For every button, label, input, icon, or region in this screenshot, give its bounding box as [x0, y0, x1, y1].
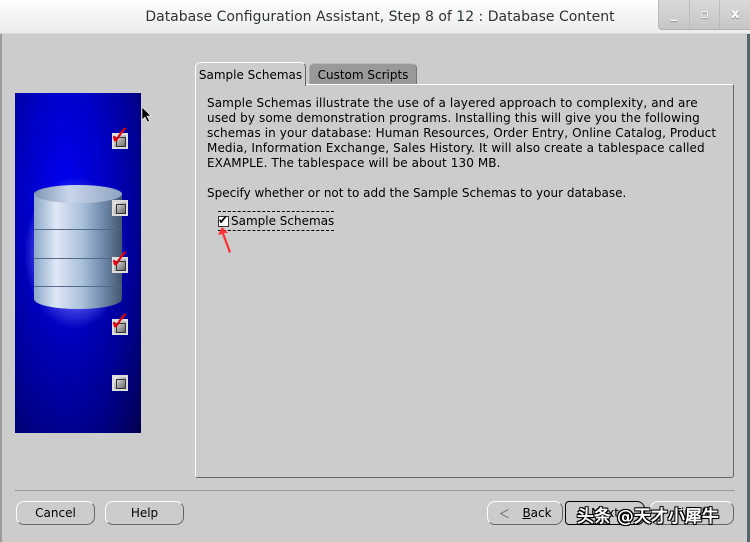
checkbox-box[interactable]: ✔ — [218, 212, 229, 227]
maximize-button[interactable]: ▫ — [690, 0, 721, 29]
title-bar[interactable]: Database Configuration Assistant, Step 8… — [0, 0, 750, 34]
window-left-border — [0, 34, 2, 542]
chevron-left-icon: ＜ — [498, 506, 511, 521]
tab-sample-schemas[interactable]: Sample Schemas — [195, 62, 306, 86]
sample-schemas-description: Sample Schemas illustrate the use of a l… — [207, 96, 717, 170]
mouse-pointer-icon — [142, 107, 152, 123]
cancel-button[interactable]: Cancel — [16, 501, 95, 525]
minimize-button[interactable]: _ — [659, 0, 690, 29]
red-checkmark-icon: ✓ — [109, 121, 131, 151]
watermark-overlay: 头条 @天才小犀牛 — [577, 507, 719, 527]
checkbox-label: Sample Schemas — [231, 214, 335, 228]
red-checkmark-icon: ✓ — [109, 307, 131, 337]
help-button[interactable]: Help — [105, 501, 184, 525]
back-button[interactable]: ＜ Back — [487, 501, 563, 525]
database-ring — [34, 286, 122, 287]
close-button[interactable]: x — [720, 0, 750, 29]
database-ring — [34, 229, 122, 230]
window-controls: _ ▫ x — [658, 0, 750, 30]
button-separator — [15, 490, 735, 491]
red-annotation-arrow-icon — [218, 227, 231, 253]
window-title: Database Configuration Assistant, Step 8… — [145, 9, 615, 25]
checklist-box-icon — [112, 200, 128, 216]
check-icon: ✔ — [218, 212, 229, 227]
red-checkmark-icon: ✓ — [109, 245, 131, 275]
database-illustration: ✓ ✓ ✓ — [15, 93, 141, 433]
tab-custom-scripts[interactable]: Custom Scripts — [309, 63, 417, 85]
checklist-box-icon — [112, 375, 128, 391]
sample-schemas-checkbox[interactable]: ✔ Sample Schemas — [218, 211, 335, 231]
database-cylinder-top — [34, 185, 122, 203]
sample-schemas-prompt: Specify whether or not to add the Sample… — [207, 186, 627, 200]
back-mnemonic: B — [522, 506, 531, 520]
back-label: ack — [530, 506, 552, 520]
